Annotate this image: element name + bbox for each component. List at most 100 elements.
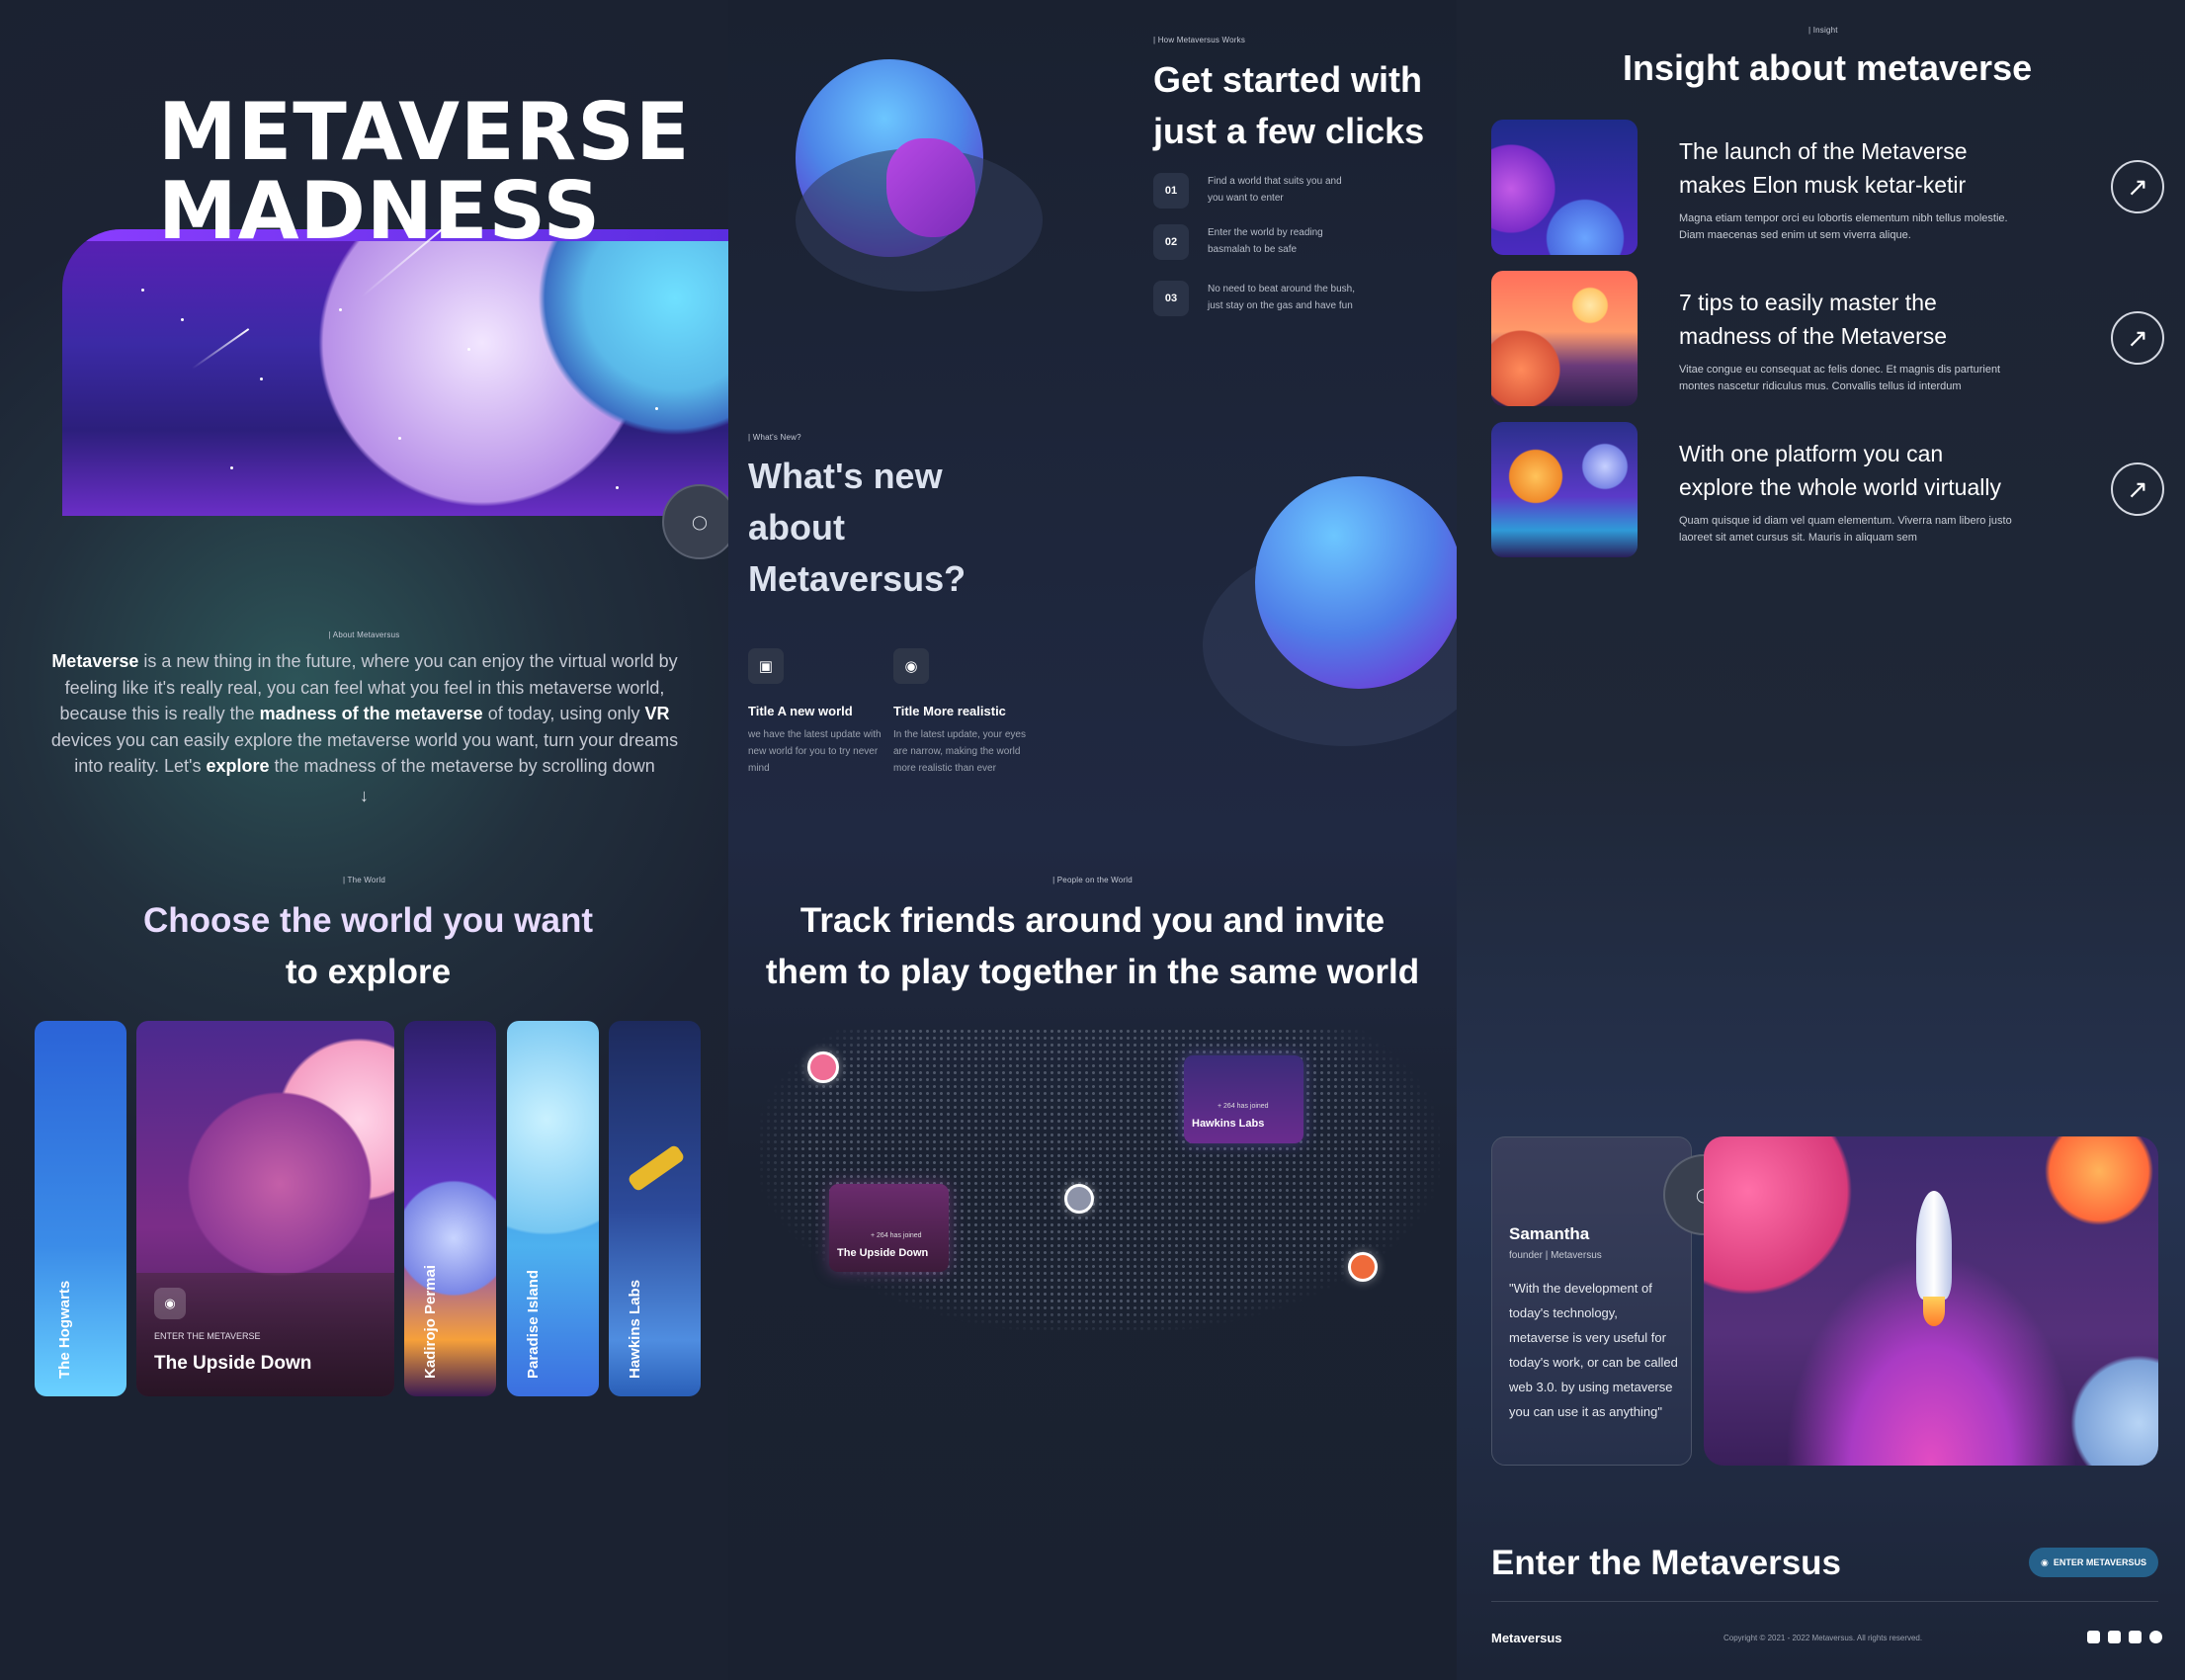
instagram-icon[interactable] [2129,1631,2142,1643]
world-title-line2: to explore [285,953,452,991]
facebook-icon[interactable] [2149,1631,2162,1643]
column-insight: | Insight Insight about metaverse The la… [1457,0,2185,1680]
testimonial-card: Samantha founder | Metaversus "With the … [1491,1136,1692,1466]
map-card-label: Hawkins Labs [1192,1118,1265,1130]
step-text: Find a world that suits you and you want… [1208,176,1342,204]
insight-desc-line2: laoreet sit amet cursus sit. Mauris in a… [1679,532,1917,544]
insight-title-line1: 7 tips to easily master the [1679,290,1937,315]
feature-item: ◉ Title More realistic In the latest upd… [893,648,1032,777]
footer-brand[interactable]: Metaversus [1491,1631,1562,1645]
about-paragraph: Metaverse is a new thing in the future, … [50,651,679,776]
world-card-enter-text: ENTER THE METAVERSE [154,1331,261,1341]
telescope-icon [627,1143,686,1193]
insight-desc-line1: Magna etiam tempor orci eu lobortis elem… [1679,212,2008,224]
world-card-kadirojo[interactable]: Kadirojo Permai [404,1021,496,1396]
people-tag: | People on the World [1052,876,1133,884]
insight-title-line2: makes Elon musk ketar-ketir [1679,172,1967,198]
map-card-joined: + 264 has joined [1218,1103,1269,1110]
column-works: | How Metaversus Works Get started with … [728,0,1457,1680]
insight-title-line2: madness of the Metaverse [1679,323,1948,349]
about-tag: | About Metaversus [328,630,400,639]
map-card-joined: + 264 has joined [871,1232,922,1239]
people-title-line1: Track friends around you and invite [799,901,1386,940]
about-bold-explore: explore [206,756,270,776]
step-number: 03 [1153,281,1189,316]
purple-rock-icon [886,138,975,237]
testimonial-role: founder | Metaversus [1509,1250,1602,1261]
rocket-flame [1923,1297,1945,1326]
feature-item: ▣ Title A new world we have the latest u… [748,648,886,777]
insight-title: Insight about metaverse [1623,47,2033,88]
testimonial-quote: "With the development of today's technol… [1509,1281,1678,1419]
explore-badge[interactable]: ◯ [662,484,728,559]
world-map [758,1028,1440,1334]
insight-title-line1: With one platform you can [1679,441,1944,466]
world-card-hogwarts[interactable]: The Hogwarts [35,1021,126,1396]
about-bold-metaverse: Metaverse [51,651,139,671]
vr-headset-icon: ◉ [2040,1556,2049,1567]
vr-headset-icon: ◉ [154,1288,186,1319]
enter-metaversus-button-label: ENTER METAVERSUS [2053,1557,2147,1567]
rocket-illustration [1704,1136,2158,1466]
rocket-icon [1916,1191,1952,1300]
friend-avatar-pin[interactable] [1348,1252,1378,1282]
feature-text: we have the latest update with new world… [748,729,882,774]
insight-desc-line2: Diam maecenas sed enim ut sem viverra al… [1679,229,1911,241]
insight-desc-line1: Vitae congue eu consequat ac felis donec… [1679,364,2001,376]
world-card-hawkins[interactable]: Hawkins Labs [609,1021,701,1396]
step-text: Enter the world by reading basmalah to b… [1208,227,1323,255]
whatsnew-tag: | What's New? [748,433,801,442]
insight-title-line1: The launch of the Metaverse [1679,138,1968,164]
hero-banner-image [62,229,728,516]
world-card-paradise[interactable]: Paradise Island [507,1021,599,1396]
world-card-upside-down[interactable]: ◉ ENTER THE METAVERSE The Upside Down [136,1021,394,1396]
footer-divider [1491,1601,2158,1602]
insight-tag: | Insight [1808,26,1838,35]
how-title-line1: Get started with [1153,59,1423,100]
insight-item[interactable]: The launch of the Metaverse makes Elon m… [1491,120,2173,255]
insight-item[interactable]: With one platform you can explore the wh… [1491,422,2173,557]
column-hero: METAVERSE MADNESS ◯ | About Metaversus M… [0,0,728,1680]
footer-title: Enter the Metaversus [1491,1544,1842,1582]
insight-desc-line2: montes nascetur ridiculus mus. Convallis… [1679,380,1962,392]
world-title-line1: Choose the world you want [142,901,594,940]
testimonial-name: Samantha [1509,1224,1590,1243]
insight-item[interactable]: 7 tips to easily master the madness of t… [1491,271,2173,406]
linkedin-icon[interactable] [2108,1631,2121,1643]
map-card-label: The Upside Down [837,1247,929,1259]
how-title-line2: just a few clicks [1153,111,1425,151]
scroll-down-arrow-icon[interactable]: ↓ [0,786,728,806]
whatsnew-title-line3: Metaversus? [748,558,966,599]
world-card-label: Hawkins Labs [627,1279,643,1379]
step-number: 01 [1153,173,1189,209]
arrow-up-right-icon[interactable]: ↗ [2111,462,2164,516]
map-world-card[interactable]: + 264 has joined Hawkins Labs [1184,1055,1303,1143]
arrow-up-right-icon[interactable]: ↗ [2111,160,2164,213]
insight-title-line2: explore the whole world virtually [1679,474,2001,500]
world-card-label: Paradise Island [525,1269,542,1379]
whatsnew-title-line1: What's new [748,456,943,496]
step-item: 03 No need to beat around the bush, just… [1153,281,1356,316]
world-card-label: The Hogwarts [56,1280,73,1379]
enter-metaversus-button[interactable]: ◉ ENTER METAVERSUS [2029,1548,2158,1577]
world-tag: | The World [342,876,386,884]
insight-thumbnail [1491,422,1638,557]
planet-illustration-mid [1255,476,1457,689]
insight-thumbnail [1491,120,1638,255]
step-number: 02 [1153,224,1189,260]
footer-copyright: Copyright © 2021 - 2022 Metaversus. All … [1723,1634,1923,1642]
friend-avatar-pin[interactable] [807,1051,839,1083]
feature-title: Title A new world [748,704,853,718]
image-icon: ▣ [748,648,784,684]
world-card-label: Kadirojo Permai [422,1264,439,1379]
people-title-line2: them to play together in the same world [765,953,1420,991]
about-bold-vr: VR [644,704,670,723]
whatsnew-title-line2: about [748,507,845,547]
arrow-up-right-icon[interactable]: ↗ [2111,311,2164,365]
feature-title: Title More realistic [893,704,1006,718]
map-world-card[interactable]: + 264 has joined The Upside Down [829,1184,949,1272]
vr-headset-icon: ◉ [893,648,929,684]
twitter-icon[interactable] [2087,1631,2100,1643]
friend-avatar-pin[interactable] [1064,1184,1094,1214]
hero-title-line1: METAVERSE [158,86,691,178]
